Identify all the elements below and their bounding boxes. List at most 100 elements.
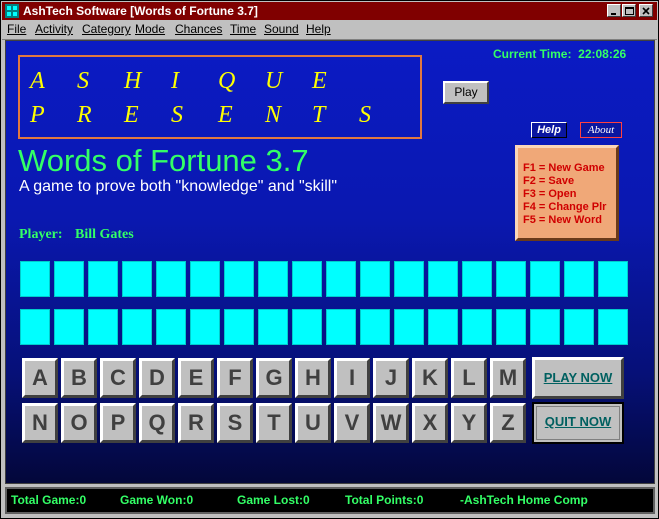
menu-chances-label: Chances (175, 22, 223, 36)
letter-key-p[interactable]: P (100, 403, 136, 443)
player-name: Bill Gates (75, 227, 134, 242)
current-time-label: Current Time: (493, 47, 572, 61)
menu-category[interactable]: Category (82, 22, 131, 37)
banner-letter: N (265, 102, 282, 128)
banner-letter: Q (218, 68, 236, 94)
letter-key-t[interactable]: T (256, 403, 292, 443)
letter-slot (428, 261, 458, 297)
letter-slot (598, 261, 628, 297)
status-credit: -AshTech Home Comp (460, 493, 588, 507)
letter-slot (122, 261, 152, 297)
banner-letter: A (30, 68, 45, 94)
menu-mode-label: Mode (135, 22, 166, 36)
letter-slot (88, 309, 118, 345)
letter-key-s[interactable]: S (217, 403, 253, 443)
letter-slot (530, 309, 560, 345)
letter-key-m[interactable]: M (490, 358, 526, 398)
letter-slot (224, 309, 254, 345)
letter-slot (496, 309, 526, 345)
menu-sound-label: Sound (264, 22, 299, 36)
play-button[interactable]: Play (443, 81, 489, 104)
close-button[interactable] (639, 4, 653, 17)
menu-mode[interactable]: Mode (135, 22, 165, 37)
letter-key-h[interactable]: H (295, 358, 331, 398)
menu-activity-label: Activity (35, 22, 74, 36)
letter-slot (598, 309, 628, 345)
maximize-button[interactable] (622, 4, 636, 17)
menu-sound[interactable]: Sound (264, 22, 299, 37)
letter-key-k[interactable]: K (412, 358, 448, 398)
status-game-won: Game Won:0 (120, 493, 194, 507)
shortcut-open: F3 = Open (523, 188, 577, 200)
shortcut-new-word: F5 = New Word (523, 214, 602, 226)
banner-letter: S (77, 68, 89, 94)
menu-bar: File Activity Category Mode Chances Time… (2, 20, 657, 40)
letter-key-e[interactable]: E (178, 358, 214, 398)
letter-key-i[interactable]: I (334, 358, 370, 398)
shortcut-save: F2 = Save (523, 175, 575, 187)
letter-key-u[interactable]: U (295, 403, 331, 443)
letter-slot (326, 309, 356, 345)
banner-letter: T (312, 102, 326, 128)
letter-slot (530, 261, 560, 297)
menu-file-label: File (7, 22, 27, 36)
letter-slot (564, 309, 594, 345)
letter-key-l[interactable]: L (451, 358, 487, 398)
menu-time-label: Time (230, 22, 257, 36)
status-game-lost: Game Lost:0 (237, 493, 310, 507)
letter-slot (258, 309, 288, 345)
play-now-button[interactable]: PLAY NOW (532, 357, 624, 399)
letter-slot (20, 261, 50, 297)
letter-key-y[interactable]: Y (451, 403, 487, 443)
letter-key-n[interactable]: N (22, 403, 58, 443)
letter-slot (394, 261, 424, 297)
quit-now-button[interactable]: QUIT NOW (532, 402, 624, 444)
letter-key-a[interactable]: A (22, 358, 58, 398)
letter-slot (462, 309, 492, 345)
letter-key-b[interactable]: B (61, 358, 97, 398)
letter-key-o[interactable]: O (61, 403, 97, 443)
letter-key-z[interactable]: Z (490, 403, 526, 443)
letter-key-x[interactable]: X (412, 403, 448, 443)
player-label: Player: (19, 227, 63, 242)
letter-key-d[interactable]: D (139, 358, 175, 398)
letter-slot (54, 309, 84, 345)
letter-slot (54, 261, 84, 297)
title-bar[interactable]: AshTech Software [Words of Fortune 3.7] (2, 2, 657, 20)
banner-letter: P (30, 102, 45, 128)
letter-key-r[interactable]: R (178, 403, 214, 443)
game-subtitle: A game to prove both "knowledge" and "sk… (19, 178, 338, 195)
help-button[interactable]: Help (531, 122, 567, 138)
letter-slot (156, 261, 186, 297)
letter-slot (156, 309, 186, 345)
letter-slot (292, 309, 322, 345)
letter-key-g[interactable]: G (256, 358, 292, 398)
letter-slot (20, 309, 50, 345)
letter-key-j[interactable]: J (373, 358, 409, 398)
letter-slot (360, 261, 390, 297)
menu-time[interactable]: Time (230, 22, 256, 37)
letter-slot (564, 261, 594, 297)
presents-banner: A S H I Q U E P R E S E N T S (18, 55, 422, 139)
menu-help[interactable]: Help (306, 22, 331, 37)
menu-chances[interactable]: Chances (175, 22, 222, 37)
letter-key-v[interactable]: V (334, 403, 370, 443)
game-area: Current Time: 22:08:26 A S H I Q U E P R… (5, 40, 655, 484)
status-total-points: Total Points:0 (345, 493, 424, 507)
menu-activity[interactable]: Activity (35, 22, 73, 37)
banner-letter: H (124, 68, 142, 94)
letter-key-f[interactable]: F (217, 358, 253, 398)
about-button[interactable]: About (580, 122, 622, 138)
app-icon (5, 4, 19, 18)
letter-slot (360, 309, 390, 345)
close-icon (642, 7, 650, 15)
letter-key-c[interactable]: C (100, 358, 136, 398)
letter-slot (190, 261, 220, 297)
minimize-button[interactable] (607, 4, 621, 17)
letter-key-q[interactable]: Q (139, 403, 175, 443)
banner-letter: R (77, 102, 92, 128)
menu-file[interactable]: File (7, 22, 26, 37)
banner-letter: E (124, 102, 139, 128)
letter-key-w[interactable]: W (373, 403, 409, 443)
banner-letter: S (359, 102, 371, 128)
